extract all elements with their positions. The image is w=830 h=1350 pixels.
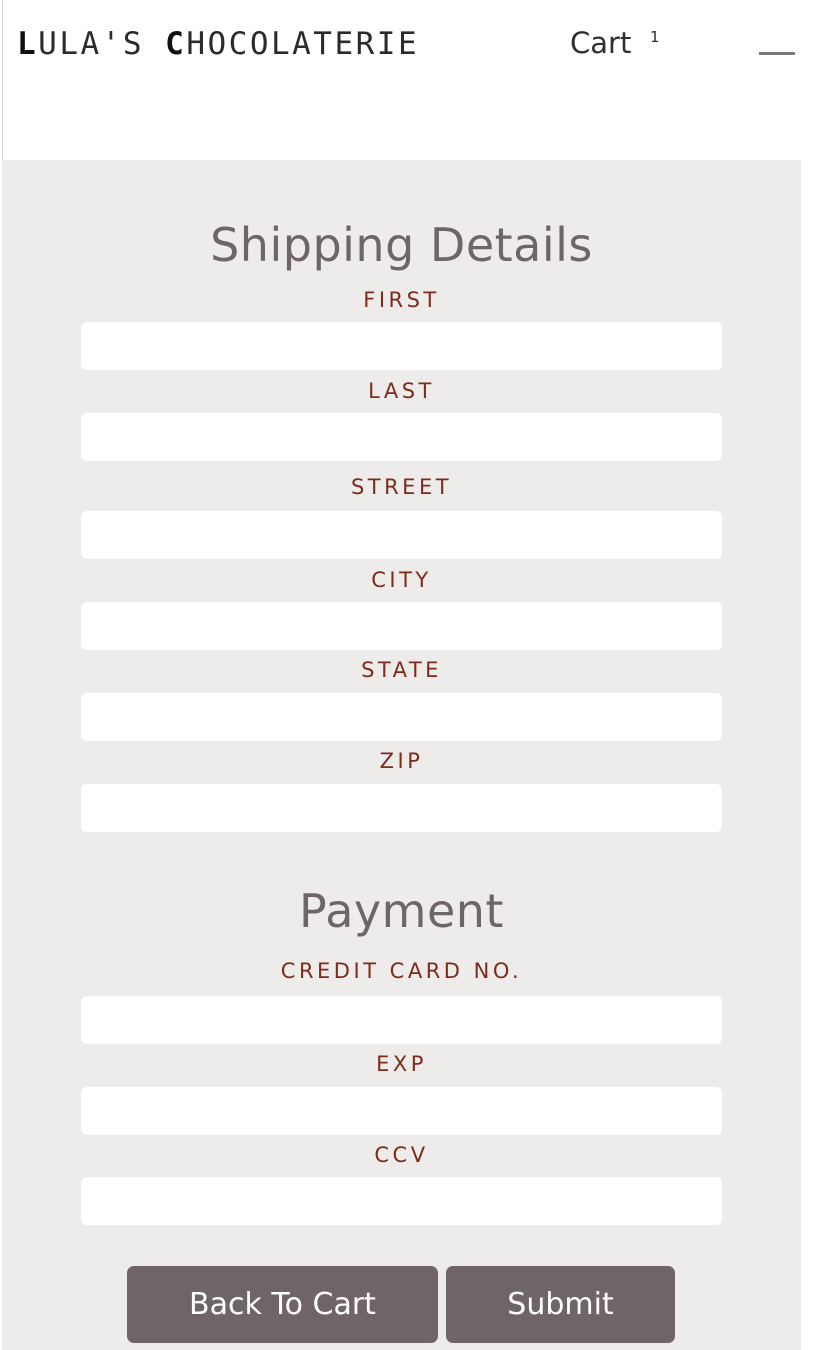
brand-initial-l: L <box>17 26 39 62</box>
checkout-form: Shipping Details FIRST LAST STREET CITY … <box>2 160 801 1350</box>
first-name-label: FIRST <box>363 288 440 312</box>
zip-label: ZIP <box>379 749 424 773</box>
shipping-details-title: Shipping Details <box>210 218 593 272</box>
cart-count-badge: 1 <box>650 28 660 46</box>
state-input[interactable] <box>81 693 722 741</box>
brand-logo[interactable]: LULA'S CHOCOLATERIE <box>17 26 419 62</box>
credit-card-label: CREDIT CARD NO. <box>280 959 523 983</box>
back-to-cart-button[interactable]: Back To Cart <box>127 1266 438 1343</box>
ccv-label: CCV <box>374 1143 429 1167</box>
checkout-page: LULA'S CHOCOLATERIE Cart 1 Shipping Deta… <box>0 0 830 1350</box>
brand-word-lulas: ULA'S <box>38 26 166 62</box>
brand-word-chocolaterie: HOCOLATERIE <box>186 26 420 62</box>
ccv-input[interactable] <box>81 1177 722 1225</box>
city-label: CITY <box>371 568 432 592</box>
zip-input[interactable] <box>81 784 722 832</box>
site-header: LULA'S CHOCOLATERIE Cart 1 <box>2 0 802 160</box>
street-input[interactable] <box>81 511 722 559</box>
city-input[interactable] <box>81 602 722 650</box>
payment-title: Payment <box>299 884 504 938</box>
first-name-input[interactable] <box>81 322 722 370</box>
street-label: STREET <box>350 475 453 499</box>
state-label: STATE <box>361 658 442 682</box>
last-name-input[interactable] <box>81 413 722 461</box>
exp-input[interactable] <box>81 1087 722 1135</box>
brand-initial-c: C <box>165 26 187 62</box>
menu-bar <box>759 52 795 55</box>
credit-card-input[interactable] <box>81 996 722 1044</box>
exp-label: EXP <box>376 1052 427 1076</box>
hamburger-menu-icon[interactable] <box>759 38 795 68</box>
cart-link[interactable]: Cart <box>570 26 631 60</box>
submit-button[interactable]: Submit <box>446 1266 675 1343</box>
last-name-label: LAST <box>368 379 435 403</box>
